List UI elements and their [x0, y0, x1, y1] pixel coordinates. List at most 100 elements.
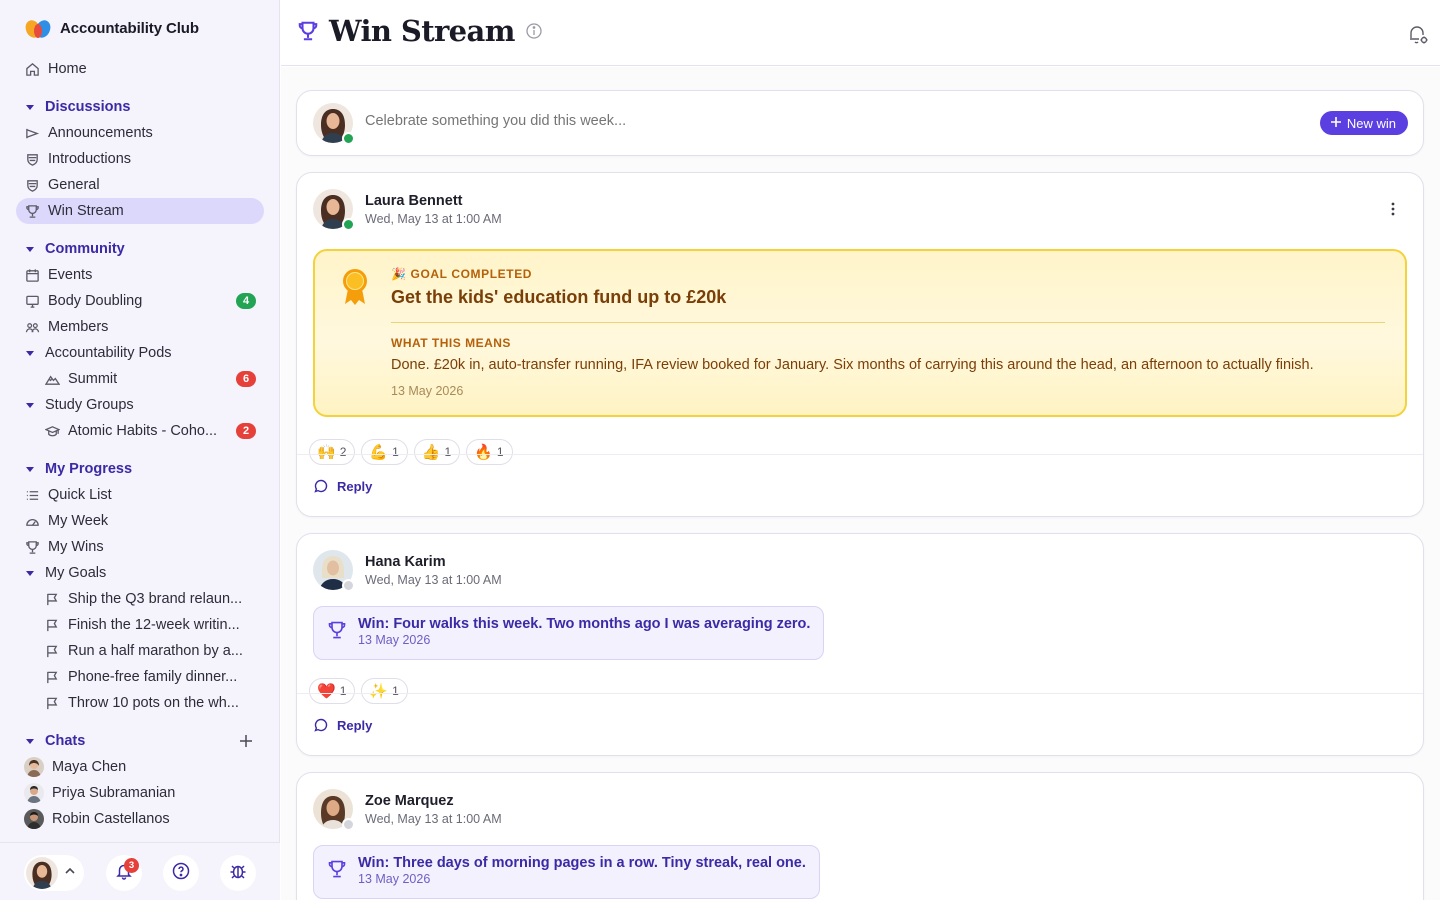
plus-icon [1330, 116, 1342, 131]
new-win-button[interactable]: New win [1319, 111, 1408, 135]
goal-completed-tag: 🎉 GOAL COMPLETED [391, 267, 532, 281]
what-this-means-label: WHAT THIS MEANS [391, 336, 511, 350]
sidebar-item-atomic-habits[interactable]: Atomic Habits - Coho... 2 [16, 418, 264, 444]
reaction-count: 1 [392, 445, 399, 459]
sidebar-item-announcements[interactable]: Announcements [16, 120, 264, 146]
reaction-chip[interactable]: ❤️ 1 [309, 678, 356, 704]
red-heart-icon: ❤️ [317, 682, 336, 700]
online-status-dot [342, 132, 355, 145]
sidebar-item-introductions[interactable]: Introductions [16, 146, 264, 172]
sidebar-item-label: Phone-free family dinner... [68, 669, 238, 685]
info-icon[interactable] [525, 22, 543, 40]
section-my-progress[interactable]: My Progress [16, 456, 264, 482]
more-options-icon[interactable] [1385, 201, 1401, 217]
reaction-count: 1 [392, 684, 399, 698]
sidebar-item-summit[interactable]: Summit 6 [16, 366, 264, 392]
section-discussions[interactable]: Discussions [16, 94, 264, 120]
avatar [313, 103, 355, 145]
sidebar-item-members[interactable]: Members [16, 314, 264, 340]
reaction-chip[interactable]: 💪 1 [361, 439, 408, 465]
section-chats[interactable]: Chats [16, 728, 264, 754]
page-title: Win Stream [329, 14, 515, 48]
divider [297, 454, 1423, 455]
win-composer: New win [296, 90, 1424, 156]
post-card: Zoe Marquez Wed, May 13 at 1:00 AM Win: … [296, 772, 1424, 900]
flag-icon [44, 669, 60, 685]
reaction-chip[interactable]: ✨ 1 [361, 678, 408, 704]
reply-button[interactable]: Reply [313, 478, 372, 494]
sidebar-item-my-wins[interactable]: My Wins [16, 534, 264, 560]
reply-button[interactable]: Reply [313, 717, 372, 733]
sidebar-item-quick-list[interactable]: Quick List [16, 482, 264, 508]
section-community[interactable]: Community [16, 236, 264, 262]
notification-settings-icon[interactable] [1406, 22, 1430, 46]
page-header: Win Stream [281, 0, 1440, 66]
avatar[interactable] [313, 189, 355, 231]
thumbs-up-icon: 👍 [421, 443, 441, 461]
user-menu-button[interactable] [24, 855, 84, 891]
sidebar-item-label: Summit [68, 371, 118, 387]
sidebar-item-chat[interactable]: Robin Castellanos [16, 806, 264, 832]
sidebar-item-events[interactable]: Events [16, 262, 264, 288]
win-composer-input[interactable] [365, 113, 1265, 129]
party-popper-icon: 🎉 [391, 267, 407, 281]
report-bug-button[interactable] [220, 855, 256, 891]
raised-hands-icon: 🙌 [317, 443, 336, 461]
reaction-chip[interactable]: 👍 1 [413, 439, 461, 465]
post-card: Laura Bennett Wed, May 13 at 1:00 AM 🎉 G… [296, 172, 1424, 517]
post-author[interactable]: Zoe Marquez [365, 793, 454, 809]
win-label: Win: [358, 616, 390, 632]
caret-down-icon [26, 466, 34, 472]
avatar[interactable] [313, 789, 355, 831]
sidebar-item-goal[interactable]: Phone-free family dinner... [16, 664, 264, 690]
flexed-biceps-icon: 💪 [369, 443, 389, 461]
sidebar-item-general[interactable]: General [16, 172, 264, 198]
sidebar-item-chat[interactable]: Priya Subramanian [16, 780, 264, 806]
divider [297, 693, 1423, 694]
sidebar-item-label: Accountability Pods [45, 345, 172, 361]
brand[interactable]: Accountability Club [24, 14, 199, 42]
sidebar-item-my-goals[interactable]: My Goals [16, 560, 264, 586]
sidebar-item-goal[interactable]: Finish the 12-week writin... [16, 612, 264, 638]
sidebar-item-label: Finish the 12-week writin... [68, 617, 240, 633]
sidebar-item-label: Win Stream [48, 203, 124, 219]
notifications-button[interactable]: 3 [106, 855, 142, 891]
mountain-icon [44, 371, 60, 387]
add-chat-icon[interactable] [238, 733, 254, 749]
sidebar-item-label: Maya Chen [52, 759, 127, 775]
sidebar-item-label: My Goals [45, 565, 107, 581]
sidebar-item-label: Body Doubling [48, 293, 143, 309]
sidebar-item-my-week[interactable]: My Week [16, 508, 264, 534]
post-author[interactable]: Hana Karim [365, 554, 446, 570]
sidebar-item-label: My Week [48, 513, 109, 529]
sidebar-item-win-stream[interactable]: Win Stream [16, 198, 264, 224]
reactions-bar: ❤️ 1 ✨ 1 [309, 678, 408, 704]
sidebar-item-body-doubling[interactable]: Body Doubling 4 [16, 288, 264, 314]
sidebar-item-chat[interactable]: Maya Chen [16, 754, 264, 780]
section-label: Chats [45, 733, 86, 749]
reaction-chip[interactable]: 🙌 2 [309, 439, 356, 465]
post-author[interactable]: Laura Bennett [365, 193, 463, 209]
medal-icon [337, 267, 373, 307]
sidebar-item-goal[interactable]: Run a half marathon by a... [16, 638, 264, 664]
flag-icon [44, 695, 60, 711]
avatar [24, 783, 44, 803]
avatar[interactable] [313, 550, 355, 592]
sidebar-item-study-groups[interactable]: Study Groups [16, 392, 264, 418]
caret-down-icon [26, 104, 34, 110]
trophy-icon [327, 859, 347, 879]
notification-count-badge: 3 [124, 858, 139, 873]
sidebar-item-accountability-pods[interactable]: Accountability Pods [16, 340, 264, 366]
sidebar-item-label: Robin Castellanos [52, 811, 170, 827]
reply-label: Reply [337, 717, 373, 733]
what-this-means-text: Done. £20k in, auto-transfer running, IF… [391, 357, 1314, 373]
sidebar-item-goal[interactable]: Ship the Q3 brand relaun... [16, 586, 264, 612]
reaction-chip[interactable]: 🔥 1 [466, 439, 513, 465]
graduation-cap-icon [44, 423, 60, 439]
help-button[interactable] [163, 855, 199, 891]
sidebar-item-home[interactable]: Home [16, 56, 264, 82]
caret-down-icon [26, 402, 34, 408]
sidebar-footer: 3 [0, 842, 280, 900]
sidebar-item-goal[interactable]: Throw 10 pots on the wh... [16, 690, 264, 716]
reaction-count: 1 [496, 445, 504, 459]
